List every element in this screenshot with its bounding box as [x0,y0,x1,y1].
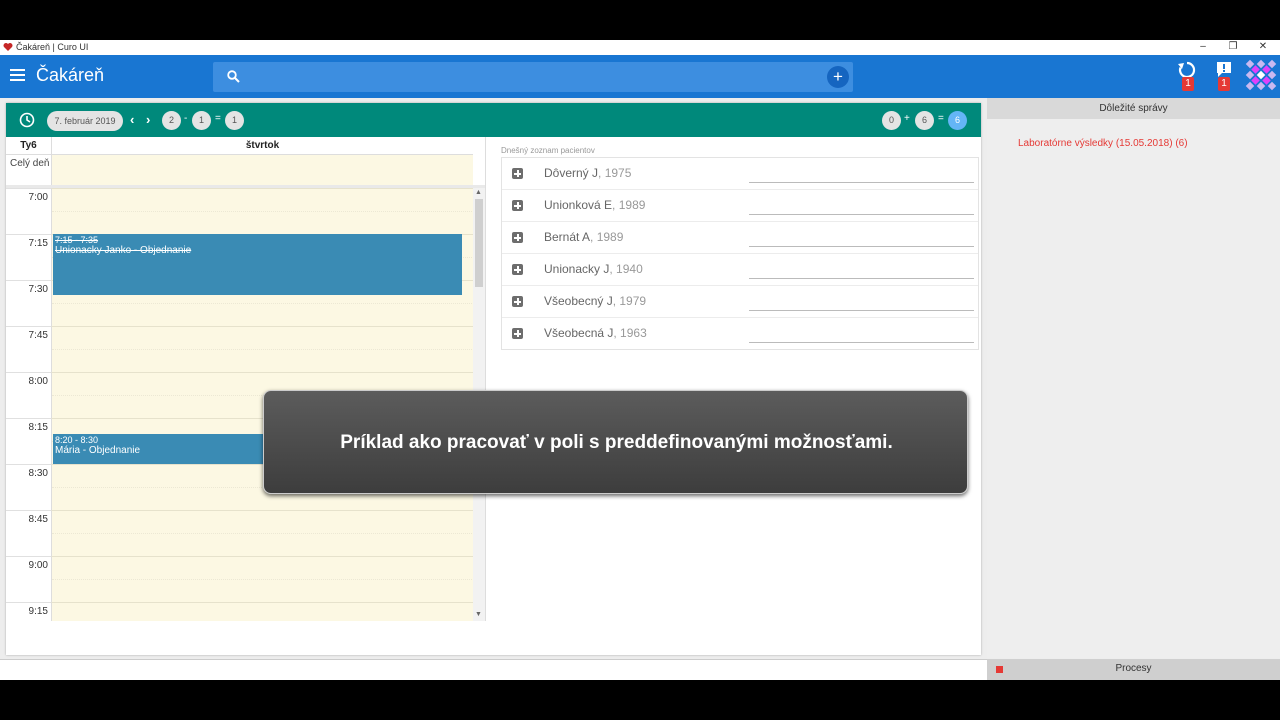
processes-bar[interactable]: Procesy [987,659,1280,680]
day-header[interactable]: štvrtok [51,137,473,155]
all-day-label: Celý deň [10,158,50,169]
caption-text: Príklad ako pracovať v poli s preddefino… [340,432,893,453]
count-done: 1 [192,111,211,130]
app-window: Čakáreň | Curo UI – ❐ ✕ Čakáreň + 1 1 7.… [0,40,1280,680]
search-input[interactable] [253,67,813,87]
time-label: 8:45 [6,510,51,556]
time-label: 9:00 [6,556,51,602]
scroll-down-icon[interactable]: ▼ [475,611,482,618]
user-avatar-logo[interactable] [1244,58,1278,92]
app-header: Čakáreň + 1 1 [0,55,1280,98]
plus-box-icon[interactable] [512,200,523,211]
main-card: 7. február 2019 ‹ › 2 - 1 = 1 0 + 6 = 6 … [6,103,981,655]
equals-operator: = [215,113,221,124]
status-bar [0,659,987,680]
patient-year: , 1963 [613,326,647,340]
count-scheduled: 2 [162,111,181,130]
minimize-icon[interactable]: – [1188,40,1218,55]
hamburger-menu-icon[interactable] [10,69,25,83]
important-messages-panel: Dôležité správy Laboratórne výsledky (15… [987,98,1280,658]
add-button[interactable]: + [827,66,849,88]
appointment-event[interactable]: 7:15 - 7:35 Unionacky Janko - Objednanie [53,234,462,295]
patient-row[interactable]: Bernát A, 1989 [502,222,978,254]
time-label: 8:15 [6,418,51,464]
time-label: 7:45 [6,326,51,372]
time-label: 7:15 [6,234,51,280]
processes-label: Procesy [1115,663,1152,674]
page-title: Čakáreň [36,65,105,85]
close-icon[interactable]: ✕ [1248,40,1278,55]
patient-year: , 1940 [609,262,643,276]
calendar-toolbar: 7. február 2019 ‹ › 2 - 1 = 1 0 + 6 = 6 [6,103,981,137]
patient-name: Bernát A [544,230,591,244]
plus-box-icon[interactable] [512,168,523,179]
note-field[interactable] [749,342,974,343]
all-day-slot[interactable] [51,155,473,185]
note-field[interactable] [749,310,974,311]
plus-box-icon[interactable] [512,328,523,339]
patient-name: Dôverný J [544,166,599,180]
equals-operator-right: = [938,113,944,124]
plus-operator: + [904,113,910,124]
plus-box-icon[interactable] [512,232,523,243]
time-slot[interactable] [51,556,474,602]
patient-year: , 1989 [612,198,646,212]
heart-shield-icon [3,43,13,51]
time-slot[interactable] [51,188,474,234]
count-a: 0 [882,111,901,130]
event-time: 7:15 - 7:35 [55,235,99,245]
chevron-left-icon[interactable]: ‹ [130,112,134,127]
time-label: 7:30 [6,280,51,326]
note-field[interactable] [749,214,974,215]
patient-name: Unionacky J [544,262,610,276]
restore-icon[interactable]: ❐ [1218,40,1248,55]
search-icon [227,70,240,83]
plus-box-icon[interactable] [512,264,523,275]
patient-row[interactable]: Všeobecná J, 1963 [502,318,978,350]
patient-year: , 1979 [612,294,647,308]
time-label: 9:15 [6,602,51,621]
minus-operator: - [184,113,188,124]
patient-row[interactable]: Unionacky J, 1940 [502,254,978,286]
patient-name: Všeobecný J [544,294,613,308]
patient-row[interactable]: Dôverný J, 1975 [502,158,978,190]
count-remaining: 1 [225,111,244,130]
time-slot[interactable] [51,510,474,556]
day-calendar: Ty6 štvrtok Celý deň 7:00 7:15 7:30 7:45… [6,137,486,621]
time-slot[interactable] [51,326,474,372]
date-picker-button[interactable]: 7. február 2019 [47,111,123,131]
patient-year: , 1989 [590,230,624,244]
time-slot[interactable] [51,602,473,621]
patient-row[interactable]: Unionková E, 1989 [502,190,978,222]
time-label: 8:00 [6,372,51,418]
patient-year: , 1975 [598,166,632,180]
event-title: Unionacky Janko - Objednanie [55,245,192,256]
week-label: Ty6 [6,137,51,155]
sync-badge: 1 [1182,77,1194,91]
tutorial-caption: Príklad ako pracovať v poli s preddefino… [263,390,968,494]
plus-box-icon[interactable] [512,296,523,307]
scrollbar-thumb[interactable] [475,199,483,287]
time-label: 8:30 [6,464,51,510]
patient-name: Unionková E [544,198,613,212]
scroll-up-icon[interactable]: ▲ [475,189,482,196]
count-total: 6 [948,111,967,130]
patient-row[interactable]: Všeobecný J, 1979 [502,286,978,318]
patient-list-label: Dnešný zoznam pacientov [501,146,595,155]
patient-list: Dôverný J, 1975 Unionková E, 1989 Bernát… [501,157,979,350]
search-bar: + [213,62,853,92]
note-field[interactable] [749,246,974,247]
note-field[interactable] [749,278,974,279]
window-titlebar: Čakáreň | Curo UI – ❐ ✕ [0,40,1280,55]
clock-icon[interactable] [19,112,35,128]
alerts-badge: 1 [1218,77,1230,91]
window-title: Čakáreň | Curo UI [16,42,89,52]
panel-title: Dôležité správy [987,98,1280,119]
chevron-right-icon[interactable]: › [146,112,150,127]
count-b: 6 [915,111,934,130]
message-link[interactable]: Laboratórne výsledky (15.05.2018) (6) [1018,138,1188,149]
patient-name: Všeobecná J [544,326,614,340]
time-label: 7:00 [6,188,51,234]
note-field[interactable] [749,182,974,183]
